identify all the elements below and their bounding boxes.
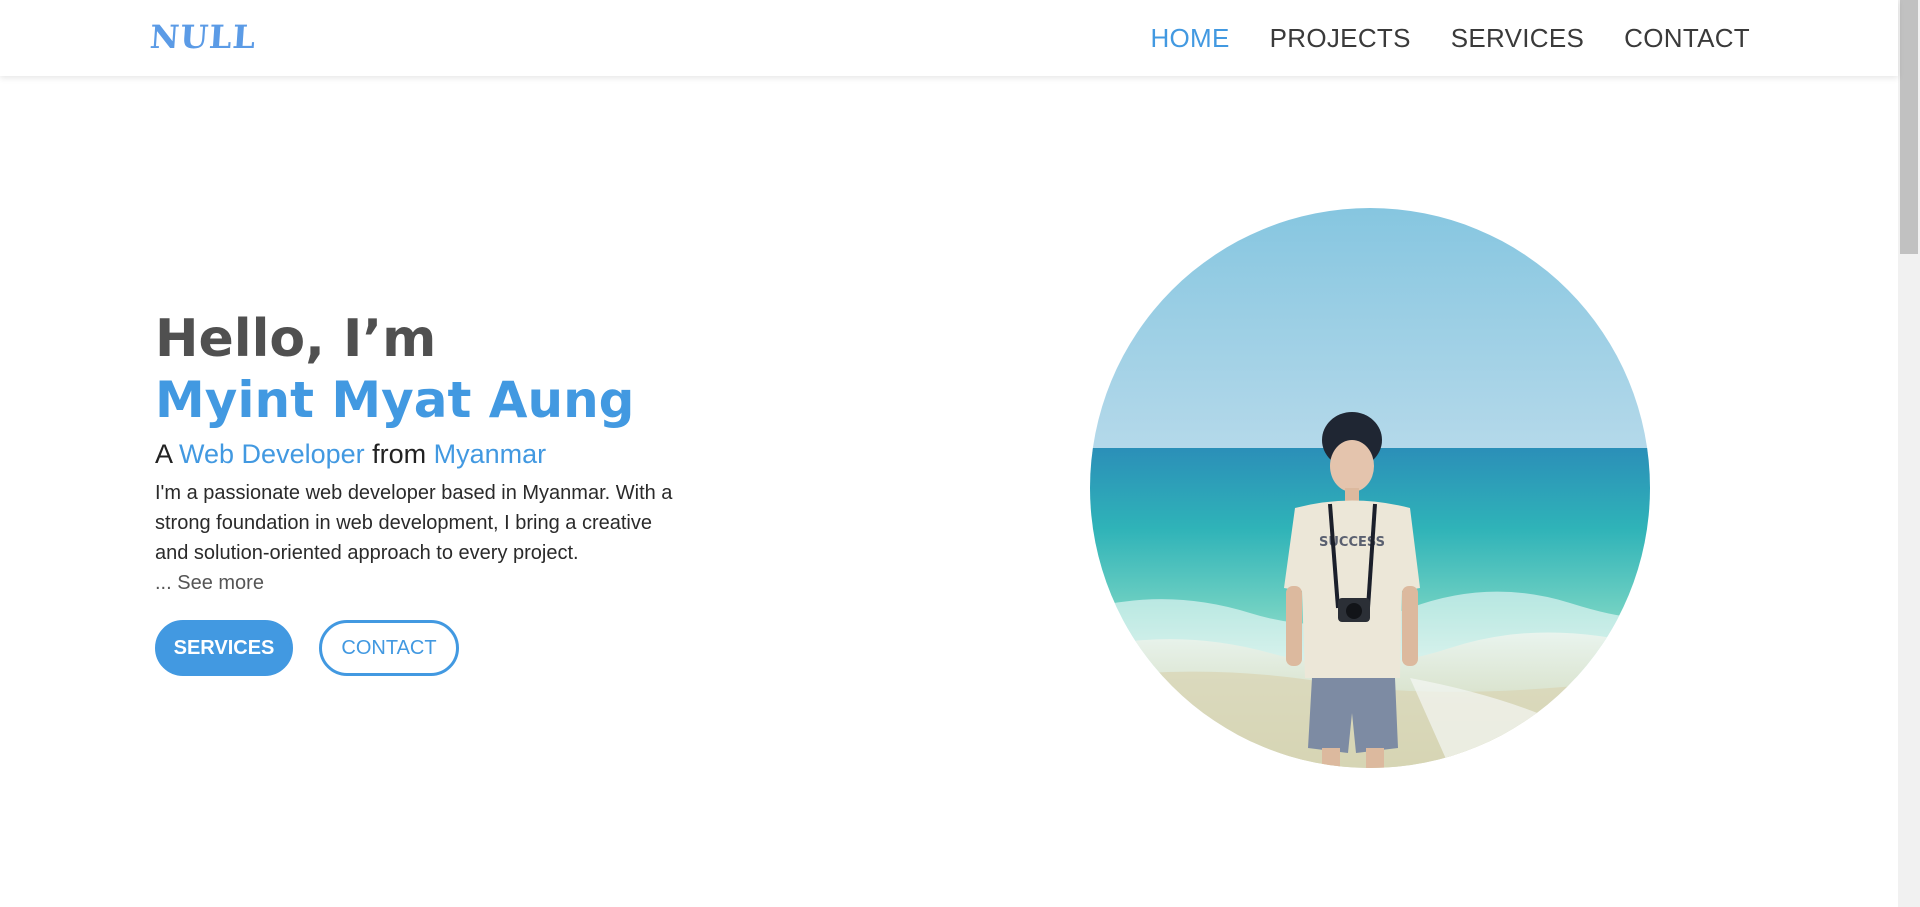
hero-intro: Hello, I’m Myint Myat Aung A Web Develop…	[155, 308, 715, 676]
services-button[interactable]: SERVICES	[155, 620, 293, 676]
tagline-middle: from	[364, 439, 434, 469]
nav-projects[interactable]: PROJECTS	[1270, 23, 1411, 54]
nav-contact[interactable]: CONTACT	[1624, 23, 1750, 54]
tagline: A Web Developer from Myanmar	[155, 436, 715, 472]
shirt-text: SUCCESS	[1319, 535, 1385, 550]
tagline-country: Myanmar	[433, 439, 547, 469]
navbar: NULL HOME PROJECTS SERVICES CONTACT	[0, 0, 1898, 76]
page: NULL HOME PROJECTS SERVICES CONTACT Hell…	[0, 0, 1920, 907]
nav-links: HOME PROJECTS SERVICES CONTACT	[1150, 0, 1750, 76]
name-heading: Myint Myat Aung	[155, 371, 635, 429]
greeting-heading: Hello, I’m	[155, 309, 437, 369]
tagline-prefix: A	[155, 439, 180, 469]
contact-button[interactable]: CONTACT	[319, 620, 459, 676]
tagline-role: Web Developer	[179, 439, 365, 469]
bio-text: I'm a passionate web developer based in …	[155, 482, 673, 564]
nav-services[interactable]: SERVICES	[1451, 23, 1584, 54]
profile-photo-image: SUCCESS	[1090, 208, 1650, 768]
logo[interactable]: NULL	[149, 18, 258, 56]
profile-photo: SUCCESS	[1090, 208, 1650, 768]
hero-buttons: SERVICES CONTACT	[155, 620, 715, 676]
nav-home[interactable]: HOME	[1150, 23, 1229, 54]
page-scrollbar[interactable]	[1898, 0, 1920, 907]
scrollbar-thumb[interactable]	[1900, 0, 1918, 254]
see-more-link[interactable]: ... See more	[155, 568, 715, 598]
